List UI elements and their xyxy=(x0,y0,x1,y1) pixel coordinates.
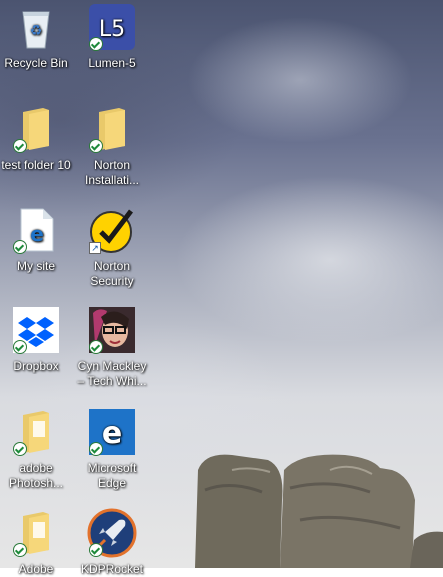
lumen5-icon: L5 xyxy=(87,2,137,52)
lumen5-label: Lumen-5 xyxy=(88,56,136,70)
norton-icon: ↗ xyxy=(87,205,137,255)
desktop-icon-adobe-photoshop[interactable]: adobe Photosh... xyxy=(0,407,75,491)
recycle-bin-icon: ♻ xyxy=(11,2,61,52)
desktop-icon-test-folder-10[interactable]: test folder 10 xyxy=(0,104,75,173)
shortcut-arrow-icon: ↗ xyxy=(89,242,101,254)
my-site-label: My site xyxy=(16,259,55,273)
desktop-icon-lumen5[interactable]: L5 Lumen-5 xyxy=(73,2,151,71)
svg-text:♻: ♻ xyxy=(30,23,43,39)
sync-check-icon xyxy=(14,443,26,455)
desktop-icon-recycle-bin[interactable]: ♻ Recycle Bin xyxy=(0,2,75,71)
sync-check-icon xyxy=(14,140,26,152)
microsoft-edge-label: Microsoft Edge xyxy=(87,461,137,490)
desktop-icon-dropbox[interactable]: Dropbox xyxy=(0,305,75,374)
desktop-icon-norton-installation[interactable]: Norton Installati... xyxy=(73,104,151,188)
dropbox-label: Dropbox xyxy=(13,359,59,373)
edge-icon: e xyxy=(87,407,137,457)
adobe-label: Adobe xyxy=(18,562,54,576)
sync-check-icon xyxy=(90,443,102,455)
desktop-icon-kdp-rocket[interactable]: KDPRocket xyxy=(73,508,151,577)
svg-text:e: e xyxy=(102,416,122,451)
norton-installation-label: Norton Installati... xyxy=(84,158,140,187)
test-folder-10-label: test folder 10 xyxy=(1,158,71,172)
recycle-bin-label: Recycle Bin xyxy=(4,56,68,70)
desktop-icon-cyn-mackley[interactable]: Cyn Mackley – Tech Whi... xyxy=(73,305,151,389)
sync-check-icon xyxy=(90,544,102,556)
folder-icon xyxy=(11,104,61,154)
desktop-icon-norton-security[interactable]: ↗ Norton Security xyxy=(73,205,151,289)
norton-security-label: Norton Security xyxy=(90,259,134,288)
cyn-mackley-label: Cyn Mackley – Tech Whi... xyxy=(77,359,147,388)
desktop-icon-my-site[interactable]: e My site xyxy=(0,205,75,274)
sync-check-icon xyxy=(90,341,102,353)
folder-icon xyxy=(87,104,137,154)
desktop-icon-adobe[interactable]: Adobe xyxy=(0,508,75,577)
adobe-photoshop-label: adobe Photosh... xyxy=(8,461,64,490)
profile-photo-icon xyxy=(87,305,137,355)
sync-check-icon xyxy=(14,544,26,556)
sync-check-icon xyxy=(14,341,26,353)
dropbox-icon xyxy=(11,305,61,355)
sync-check-icon xyxy=(90,38,102,50)
lumen5-badge-text: L5 xyxy=(99,17,125,42)
folder-icon xyxy=(11,508,61,558)
sync-check-icon xyxy=(90,140,102,152)
edge-document-icon: e xyxy=(11,205,61,255)
svg-text:e: e xyxy=(30,222,44,246)
folder-icon xyxy=(11,407,61,457)
rocket-icon xyxy=(87,508,137,558)
desktop-icon-microsoft-edge[interactable]: e Microsoft Edge xyxy=(73,407,151,491)
kdp-rocket-label: KDPRocket xyxy=(80,562,144,576)
sync-check-icon xyxy=(14,241,26,253)
